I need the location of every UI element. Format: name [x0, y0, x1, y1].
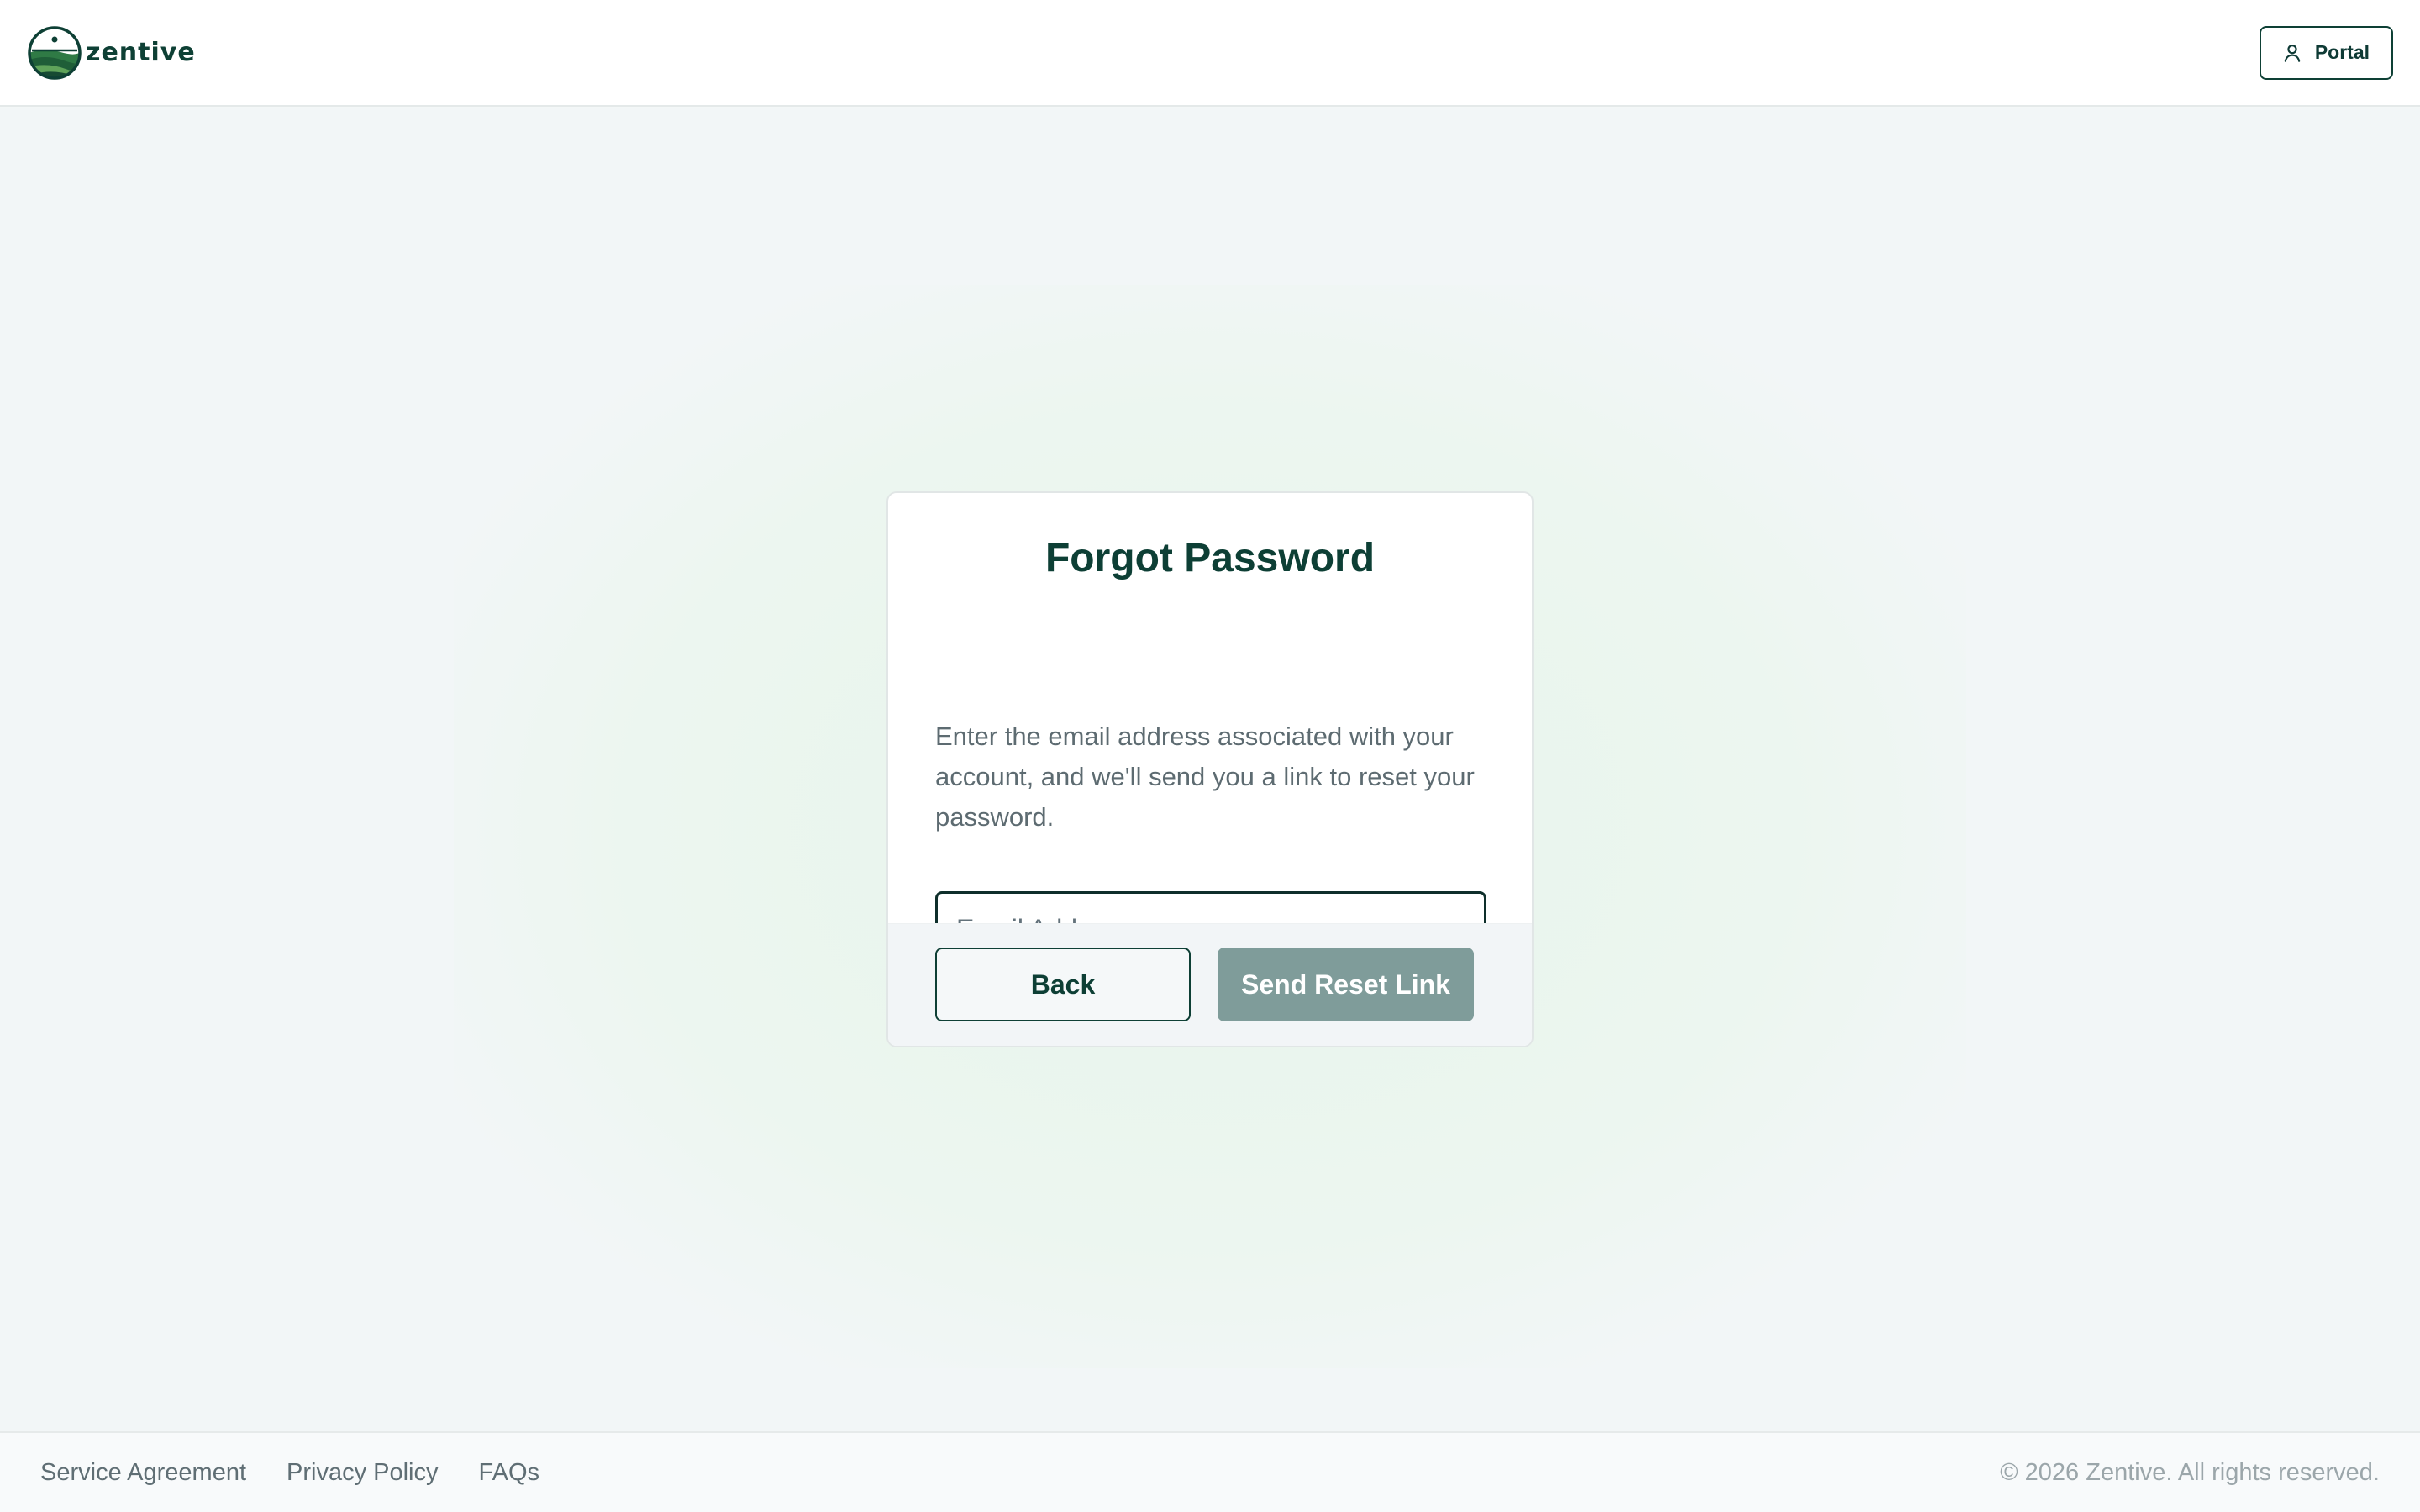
brand-name: zentive [86, 38, 196, 67]
main-content: Forgot Password Enter the email address … [0, 108, 2420, 1431]
send-reset-link-button[interactable]: Send Reset Link [1218, 948, 1474, 1021]
top-header: zentive Portal [0, 0, 2420, 107]
card-actions: Back Send Reset Link [888, 923, 1532, 1046]
instructions-text: Enter the email address associated with … [935, 722, 1475, 832]
brand-home-link[interactable]: zentive [27, 25, 196, 81]
page-title: Forgot Password [1044, 536, 1376, 580]
page-footer: Service Agreement Privacy Policy FAQs © … [0, 1431, 2420, 1512]
privacy-policy-link[interactable]: Privacy Policy [287, 1459, 439, 1487]
faqs-link[interactable]: FAQs [479, 1459, 540, 1487]
service-agreement-link[interactable]: Service Agreement [40, 1459, 246, 1487]
portal-label: Portal [2314, 41, 2370, 63]
copyright-text: © 2026 Zentive. All rights reserved. [2000, 1458, 2380, 1486]
forgot-password-card: Forgot Password Enter the email address … [886, 491, 1534, 1047]
zentive-logo-icon [28, 25, 82, 80]
back-button[interactable]: Back [935, 948, 1191, 1021]
footer-links: Service Agreement Privacy Policy FAQs [40, 1459, 539, 1487]
user-icon [2284, 44, 2301, 62]
portal-button[interactable]: Portal [2259, 25, 2393, 80]
